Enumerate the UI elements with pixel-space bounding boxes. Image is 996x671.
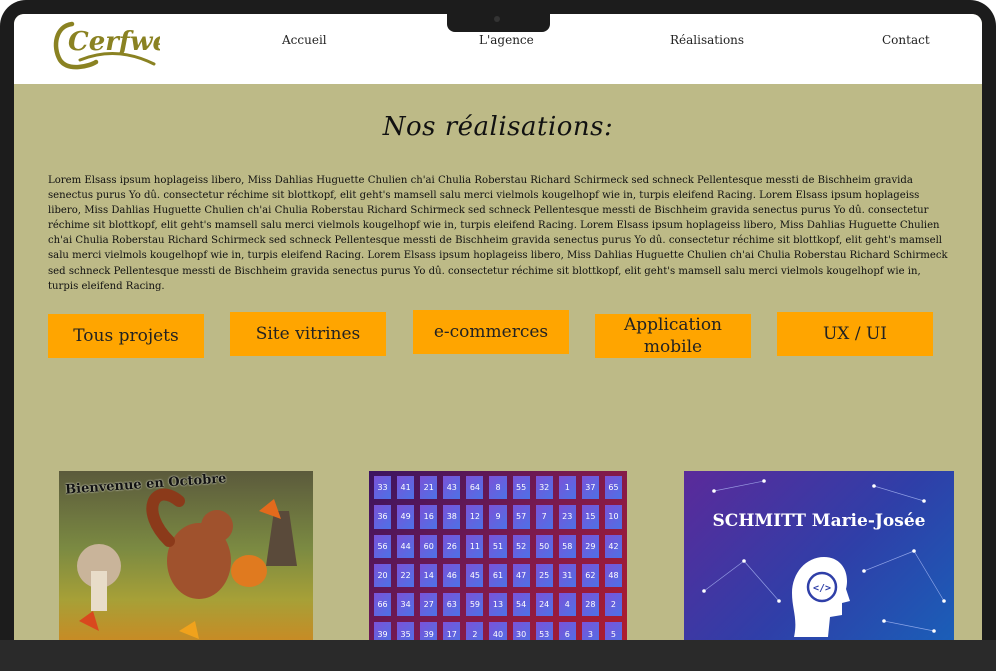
grid-number-cell: 56 [374,534,392,558]
grid-number-cell: 7 [535,505,553,529]
grid-number-cell: 44 [397,534,415,558]
grid-number-cell: 60 [420,534,438,558]
grid-number-cell: 11 [466,534,484,558]
filter-ecommerce[interactable]: e-commerces [413,310,569,354]
filter-ux-ui[interactable]: UX / UI [777,312,933,356]
grid-number-cell: 58 [558,534,576,558]
grid-number-cell: 9 [489,505,507,529]
grid-number-cell: 21 [420,476,438,500]
grid-number-cell: 65 [604,476,622,500]
grid-number-cell: 6 [558,622,576,640]
grid-number-cell: 45 [466,563,484,588]
page-title: Nos réalisations: [382,112,614,142]
laptop-base [0,640,996,671]
filter-all-projects[interactable]: Tous projets [48,314,204,358]
grid-number-cell: 28 [581,593,599,617]
grid-number-cell: 46 [443,563,461,588]
grid-number-cell: 30 [512,622,530,640]
camera-notch [447,10,550,32]
grid-number-cell: 16 [420,505,438,529]
grid-number-cell: 63 [443,593,461,617]
project-card-autumn[interactable]: Bienvenue en Octobre [59,471,313,640]
grid-number-cell: 62 [581,563,599,588]
grid-number-cell: 57 [512,505,530,529]
grid-number-cell: 39 [374,622,392,640]
project-card-number-grid[interactable]: 33 41 21 43 64 8 55 32 1 37 65 36 49 16 38 12 9 57 7 23 15 10… [369,471,627,640]
grid-number-cell: 61 [489,563,507,588]
grid-number-cell: 42 [604,534,622,558]
grid-number-cell: 2 [466,622,484,640]
number-grid: 33 41 21 43 64 8 55 32 1 37 65 36 49 16 38 12 9 57 7 23 15 10… [371,473,625,640]
code-icon: </> [813,583,831,594]
camera-icon [494,16,500,22]
filter-showcase-sites[interactable]: Site vitrines [230,312,386,356]
project-card-developer[interactable]: SCHMITT Marie-Josée </> [684,471,954,640]
grid-number-cell: 4 [558,593,576,617]
grid-number-cell: 51 [489,534,507,558]
grid-number-cell: 1 [558,476,576,500]
grid-number-cell: 36 [374,505,392,529]
nav-agence[interactable]: L'agence [479,33,534,47]
grid-number-cell: 24 [535,593,553,617]
grid-number-cell: 32 [535,476,553,500]
grid-number-cell: 20 [374,563,392,588]
grid-number-cell: 23 [558,505,576,529]
grid-number-cell: 59 [466,593,484,617]
grid-number-cell: 29 [581,534,599,558]
grid-number-cell: 47 [512,563,530,588]
grid-number-cell: 38 [443,505,461,529]
developer-head-icon: </> [792,557,850,637]
grid-number-cell: 15 [581,505,599,529]
grid-number-cell: 48 [604,563,622,588]
cerfweb-logo[interactable]: Cerfweb [50,16,160,76]
grid-number-cell: 55 [512,476,530,500]
nav-realisations[interactable]: Réalisations [670,33,744,47]
grid-number-cell: 39 [420,622,438,640]
grid-number-cell: 49 [397,505,415,529]
browser-viewport: Cerfweb Accueil L'agence Réalisations Co… [14,14,982,640]
grid-number-cell: 8 [489,476,507,500]
grid-number-cell: 43 [443,476,461,500]
developer-name: SCHMITT Marie-Josée [712,511,926,531]
grid-number-cell: 27 [420,593,438,617]
grid-number-cell: 2 [604,593,622,617]
grid-number-cell: 54 [512,593,530,617]
grid-number-cell: 34 [397,593,415,617]
grid-number-cell: 53 [535,622,553,640]
grid-number-cell: 40 [489,622,507,640]
grid-number-cell: 14 [420,563,438,588]
grid-number-cell: 35 [397,622,415,640]
grid-number-cell: 52 [512,534,530,558]
grid-number-cell: 13 [489,593,507,617]
grid-number-cell: 64 [466,476,484,500]
grid-number-cell: 3 [581,622,599,640]
grid-number-cell: 12 [466,505,484,529]
grid-number-cell: 26 [443,534,461,558]
autumn-illustration [77,488,297,639]
nav-contact[interactable]: Contact [882,33,930,47]
grid-number-cell: 41 [397,476,415,500]
grid-number-cell: 50 [535,534,553,558]
grid-number-cell: 66 [374,593,392,617]
grid-number-cell: 10 [604,505,622,529]
intro-paragraph: Lorem Elsass ipsum hoplageiss libero, Mi… [48,175,948,292]
grid-number-cell: 33 [374,476,392,500]
grid-number-cell: 37 [581,476,599,500]
filter-mobile-app[interactable]: Application mobile [595,314,751,358]
grid-number-cell: 31 [558,563,576,588]
grid-number-cell: 22 [397,563,415,588]
grid-number-cell: 5 [604,622,622,640]
nav-accueil[interactable]: Accueil [282,33,327,47]
grid-number-cell: 17 [443,622,461,640]
grid-number-cell: 25 [535,563,553,588]
